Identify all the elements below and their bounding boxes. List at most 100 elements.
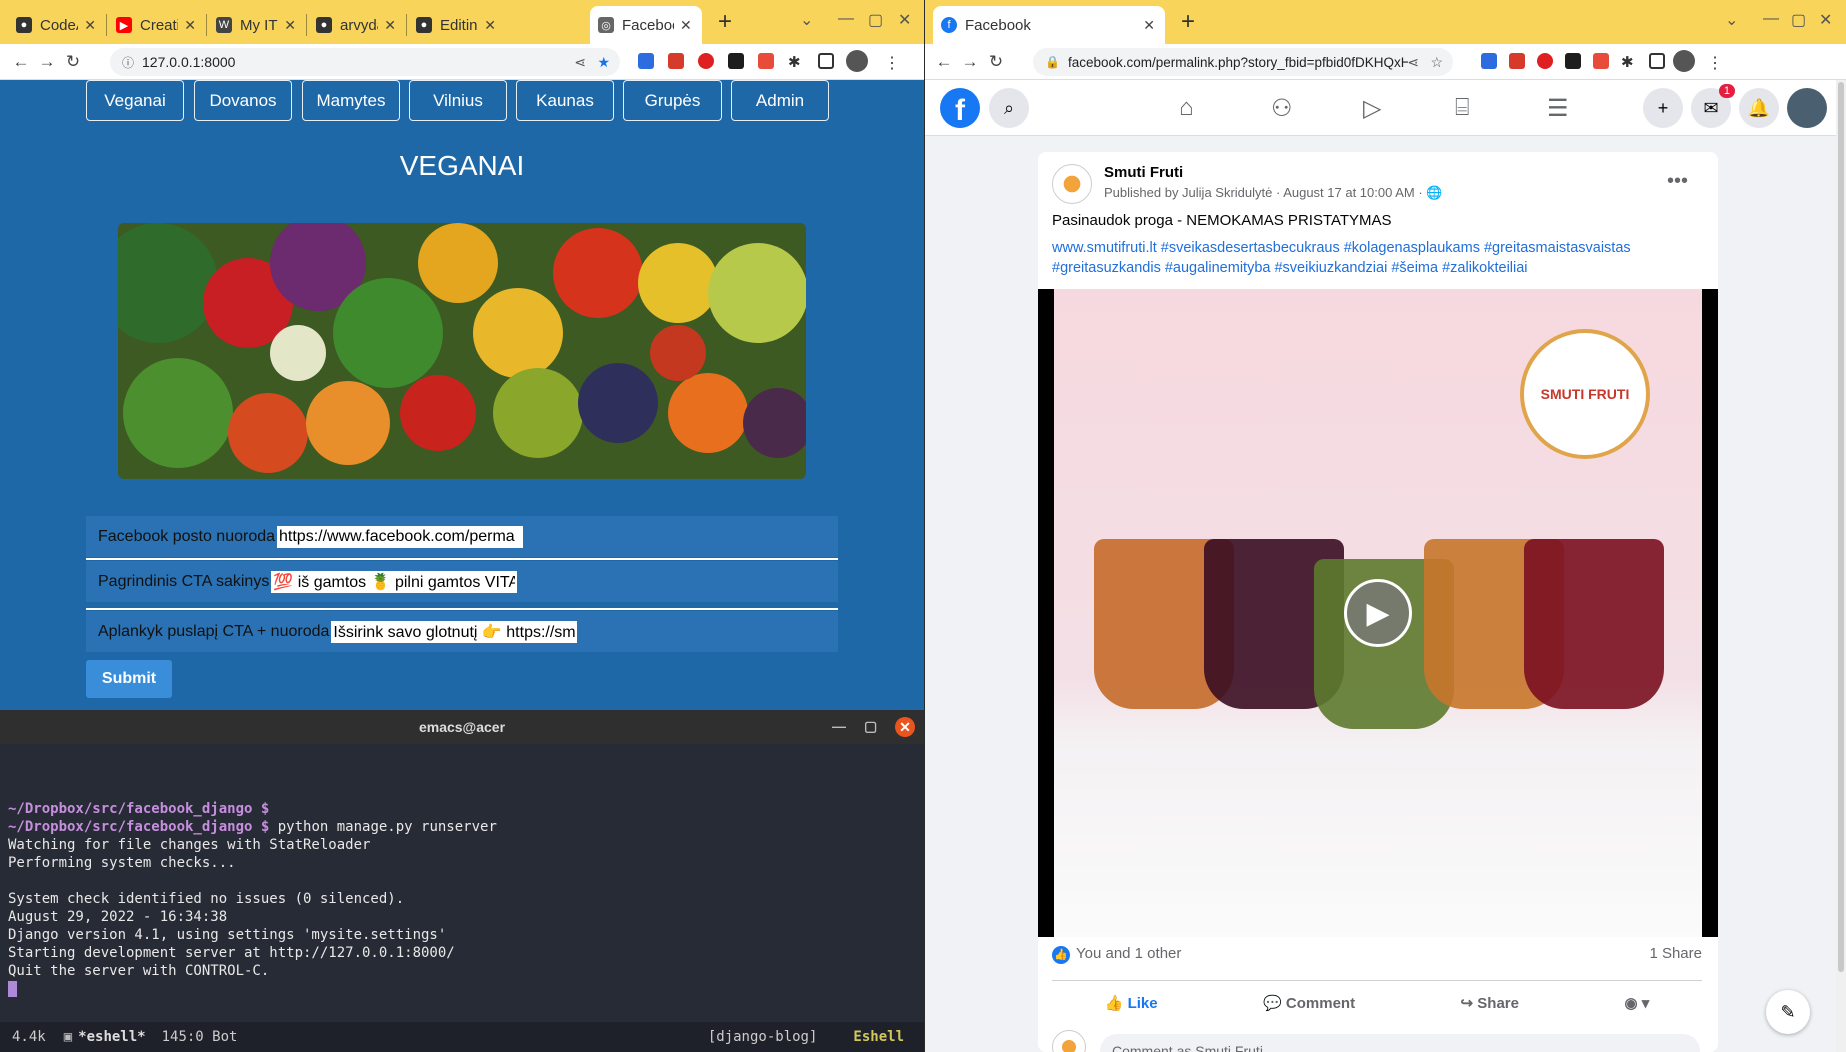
tab-codeac[interactable]: ● CodeAc ✕ <box>8 6 104 44</box>
close-window-icon[interactable]: ✕ <box>898 10 911 30</box>
close-window-icon[interactable]: ✕ <box>1819 10 1832 30</box>
info-icon[interactable]: ⓘ <box>122 54 134 71</box>
like-button[interactable]: 👍 Like <box>1105 994 1158 1012</box>
tab-my-it[interactable]: W My IT jo ✕ <box>208 6 304 44</box>
reload-icon[interactable]: ↻ <box>983 52 1009 72</box>
close-icon[interactable]: ✕ <box>84 17 96 34</box>
post-hashtags[interactable]: www.smutifruti.lt #sveikasdesertasbecukr… <box>1052 238 1692 278</box>
facebook-logo-icon[interactable]: f <box>940 88 980 128</box>
avatar[interactable] <box>1787 88 1827 128</box>
more-options-icon[interactable]: ••• <box>1667 170 1688 193</box>
lock-icon[interactable]: 🔒 <box>1045 55 1060 69</box>
puzzle-icon[interactable]: ✱ <box>1621 53 1637 71</box>
sidepanel-icon[interactable] <box>1649 53 1665 69</box>
extension-icon[interactable] <box>758 53 774 69</box>
home-icon[interactable]: ⌂ <box>1179 94 1194 122</box>
nav-kaunas[interactable]: Kaunas <box>516 80 614 121</box>
minimize-icon[interactable]: — <box>838 10 854 28</box>
nav-grupes[interactable]: Grupės <box>623 80 722 121</box>
close-icon[interactable]: ✕ <box>484 17 496 34</box>
friends-icon[interactable]: ⚇ <box>1271 94 1293 123</box>
create-icon[interactable]: + <box>1643 88 1683 128</box>
tab-editing[interactable]: ● Editing ✕ <box>408 6 504 44</box>
post-url-input[interactable] <box>277 525 524 548</box>
new-tab-icon[interactable]: + <box>1181 8 1195 36</box>
scrollbar-thumb[interactable] <box>1838 82 1844 972</box>
page-name-link[interactable]: Smuti Fruti <box>1104 164 1183 181</box>
address-bar[interactable]: ⓘ 127.0.0.1:8000 ⋖ ★ <box>110 48 620 76</box>
tab-search-icon[interactable]: ⌄ <box>1725 10 1738 30</box>
extension-icon[interactable] <box>638 53 654 69</box>
maximize-icon[interactable]: ▢ <box>868 10 883 30</box>
extension-icon[interactable] <box>1565 53 1581 69</box>
extension-icon[interactable] <box>1537 53 1553 69</box>
marketplace-icon[interactable]: ⌸ <box>1455 94 1469 122</box>
share-button[interactable]: ↪ Share <box>1461 994 1519 1012</box>
extension-icon[interactable] <box>728 53 744 69</box>
main-cta-input[interactable] <box>271 570 518 593</box>
scrollbar[interactable] <box>1836 80 1846 1052</box>
react-as-selector[interactable]: ◉ ▾ <box>1624 994 1649 1012</box>
back-icon[interactable]: ← <box>8 52 34 72</box>
nav-dovanos[interactable]: Dovanos <box>194 80 292 121</box>
maximize-icon[interactable]: ▢ <box>864 718 877 735</box>
extension-icon[interactable] <box>698 53 714 69</box>
new-message-icon[interactable]: ✎ <box>1766 990 1810 1034</box>
reactions-count[interactable]: 👍 You and 1 other <box>1052 945 1181 964</box>
extension-icon[interactable] <box>1509 53 1525 69</box>
new-tab-icon[interactable]: + <box>718 8 732 36</box>
close-icon[interactable]: ✕ <box>384 17 396 34</box>
nav-admin[interactable]: Admin <box>731 80 829 121</box>
extension-icon[interactable] <box>668 53 684 69</box>
nav-mamytes[interactable]: Mamytes <box>302 80 400 121</box>
comment-button[interactable]: 💬 Comment <box>1263 994 1355 1012</box>
close-icon[interactable]: ✕ <box>284 17 296 34</box>
extension-icon[interactable] <box>1481 53 1497 69</box>
tab-arvydas[interactable]: ● arvydas ✕ <box>308 6 404 44</box>
notifications-bell-icon[interactable]: 🔔 <box>1739 88 1779 128</box>
menu-icon[interactable]: ⋮ <box>1707 53 1723 72</box>
video-player[interactable]: SMUTI FRUTI ▶ <box>1038 289 1718 937</box>
close-icon[interactable]: ✕ <box>184 17 196 34</box>
messenger-icon[interactable]: ✉ 1 <box>1691 84 1735 128</box>
menu-bars-icon[interactable]: ☰ <box>1547 94 1569 123</box>
sidepanel-icon[interactable] <box>818 53 834 69</box>
tab-creating[interactable]: ▶ Creatin ✕ <box>108 6 204 44</box>
share-icon[interactable]: ⋖ <box>1407 54 1419 71</box>
minimize-icon[interactable]: — <box>1763 10 1779 28</box>
minimize-icon[interactable]: — <box>832 718 846 734</box>
avatar[interactable] <box>1673 50 1695 72</box>
nav-veganai[interactable]: Veganai <box>86 80 184 121</box>
extension-icon[interactable] <box>1593 53 1609 69</box>
reload-icon[interactable]: ↻ <box>60 52 86 72</box>
close-window-icon[interactable]: ✕ <box>895 717 915 737</box>
maximize-icon[interactable]: ▢ <box>1791 10 1806 30</box>
submit-button[interactable]: Submit <box>86 660 172 698</box>
tab-search-icon[interactable]: ⌄ <box>800 10 813 30</box>
search-icon[interactable]: ⌕ <box>989 88 1029 128</box>
close-icon[interactable]: ✕ <box>680 17 692 34</box>
bookmark-star-icon[interactable]: ☆ <box>1430 54 1443 71</box>
post-meta-text: Published by Julija Skridulytė · August … <box>1104 185 1427 200</box>
share-icon[interactable]: ⋖ <box>574 54 586 71</box>
nav-vilnius[interactable]: Vilnius <box>409 80 507 121</box>
back-icon[interactable]: ← <box>931 52 957 72</box>
terminal-icon: ▣ <box>63 1029 73 1045</box>
share-count[interactable]: 1 Share <box>1649 945 1702 964</box>
bookmark-star-icon[interactable]: ★ <box>597 54 610 71</box>
page-avatar[interactable] <box>1052 164 1092 204</box>
address-bar[interactable]: 🔒 facebook.com/permalink.php?story_fbid=… <box>1033 48 1453 76</box>
play-icon[interactable]: ▶ <box>1344 579 1412 647</box>
tab-facebook-active[interactable]: f Facebook ✕ <box>933 6 1165 44</box>
forward-icon[interactable]: → <box>34 52 60 72</box>
visit-cta-input[interactable] <box>331 620 578 643</box>
puzzle-icon[interactable]: ✱ <box>788 53 804 71</box>
eshell-buffer[interactable]: ~/Dropbox/src/facebook_django $ ~/Dropbo… <box>8 800 497 998</box>
menu-icon[interactable]: ⋮ <box>884 53 900 72</box>
avatar[interactable] <box>846 50 868 72</box>
tab-facebook-active[interactable]: ◎ Faceboo ✕ <box>590 6 702 44</box>
close-icon[interactable]: ✕ <box>1143 17 1155 34</box>
watch-icon[interactable]: ▷ <box>1363 94 1381 123</box>
forward-icon[interactable]: → <box>957 52 983 72</box>
comment-input[interactable]: Comment as Smuti Fruti <box>1100 1034 1700 1052</box>
